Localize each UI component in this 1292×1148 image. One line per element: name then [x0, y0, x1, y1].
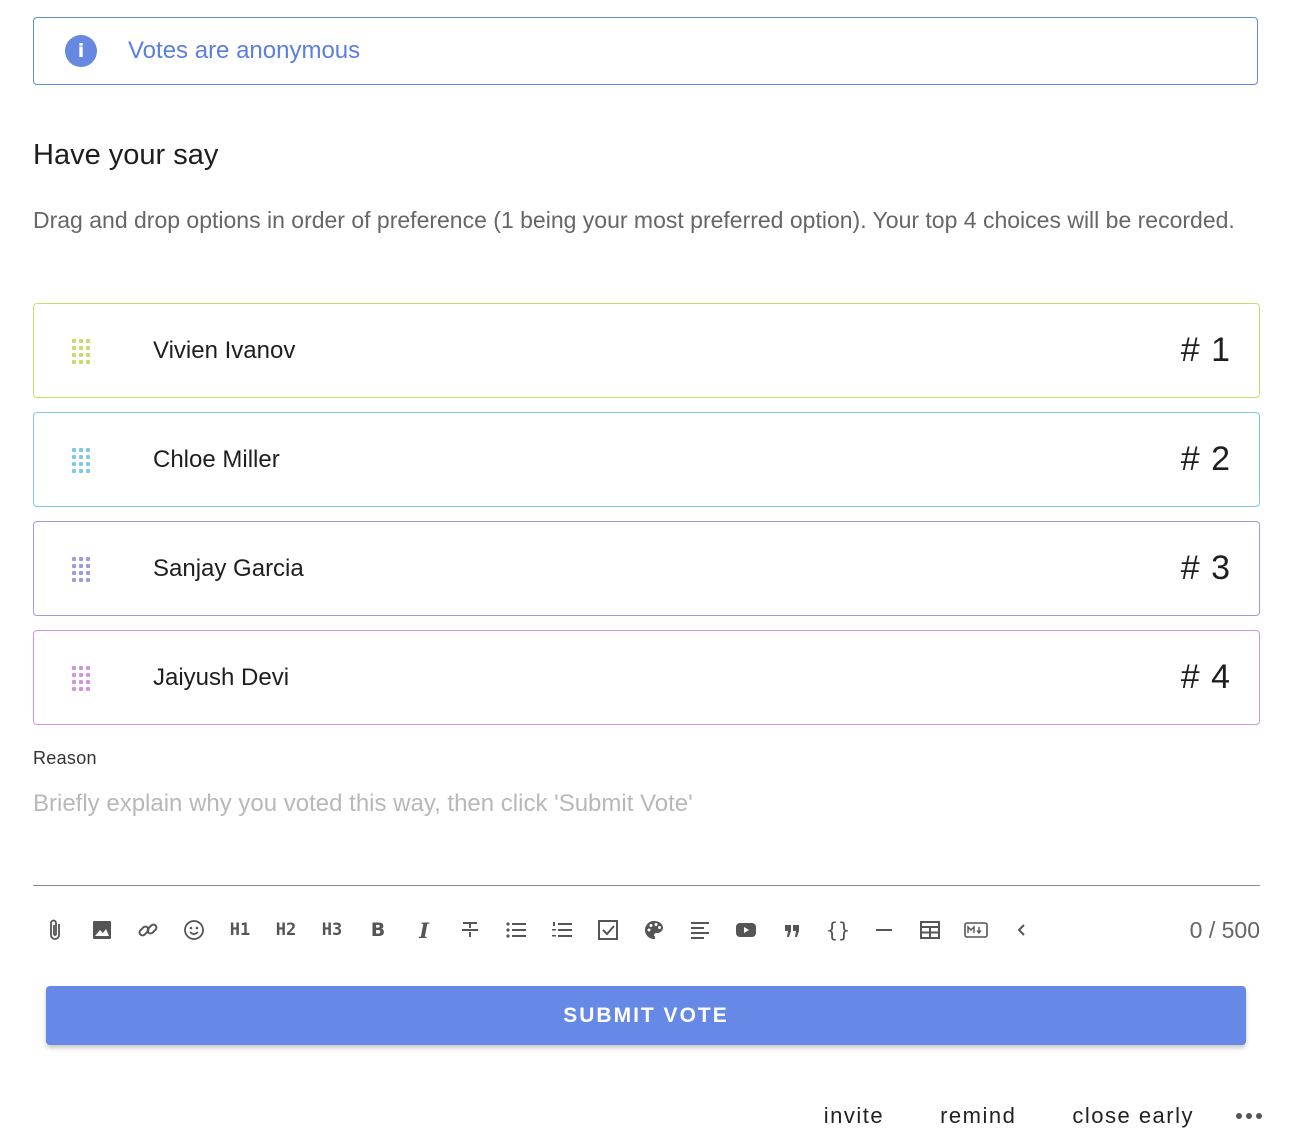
invite-button[interactable]: invite — [824, 1103, 884, 1129]
ranked-option[interactable]: Chloe Miller # 2 — [33, 412, 1260, 507]
bold-button[interactable]: B — [355, 908, 401, 952]
option-rank: # 1 — [1180, 331, 1231, 369]
drag-handle-icon[interactable] — [72, 447, 90, 473]
heading-3-button[interactable]: H3 — [309, 908, 355, 952]
option-rank: # 3 — [1180, 549, 1231, 587]
horizontal-rule-icon[interactable] — [861, 908, 907, 952]
vote-instructions: Drag and drop options in order of prefer… — [33, 207, 1235, 233]
remind-button[interactable]: remind — [940, 1103, 1016, 1129]
numbered-list-icon[interactable] — [539, 908, 585, 952]
ranked-option[interactable]: Sanjay Garcia # 3 — [33, 521, 1260, 616]
ranked-option[interactable]: Vivien Ivanov # 1 — [33, 303, 1260, 398]
close-early-button[interactable]: close early — [1072, 1103, 1194, 1129]
ranked-option[interactable]: Jaiyush Devi # 4 — [33, 630, 1260, 725]
drag-handle-icon[interactable] — [72, 556, 90, 582]
anonymous-info-banner: i Votes are anonymous — [33, 17, 1258, 85]
ranked-options-list: Vivien Ivanov # 1 Chloe Miller # 2 Sanja… — [33, 303, 1260, 739]
info-banner-text: Votes are anonymous — [128, 37, 361, 64]
option-name: Chloe Miller — [153, 445, 280, 473]
emoji-icon[interactable] — [171, 908, 217, 952]
heading-1-button[interactable]: H1 — [217, 908, 263, 952]
info-icon: i — [65, 35, 97, 67]
palette-icon[interactable] — [631, 908, 677, 952]
italic-button[interactable]: I — [401, 908, 447, 952]
heading-2-button[interactable]: H2 — [263, 908, 309, 952]
section-title: Have your say — [33, 139, 219, 171]
editor-toolbar: H1 H2 H3 B I {} 0 / 500 — [33, 908, 1260, 952]
more-horizontal-icon[interactable] — [1236, 1113, 1262, 1119]
drag-handle-icon[interactable] — [72, 338, 90, 364]
align-icon[interactable] — [677, 908, 723, 952]
quote-icon[interactable] — [769, 908, 815, 952]
image-icon[interactable] — [79, 908, 125, 952]
character-count: 0 / 500 — [1189, 916, 1260, 943]
drag-handle-icon[interactable] — [72, 665, 90, 691]
video-icon[interactable] — [723, 908, 769, 952]
option-name: Vivien Ivanov — [153, 336, 296, 364]
poll-vote-page: i Votes are anonymous Have your say Drag… — [0, 0, 1292, 1148]
table-icon[interactable] — [907, 908, 953, 952]
collapse-icon[interactable] — [999, 908, 1045, 952]
reason-label: Reason — [33, 748, 97, 768]
option-rank: # 4 — [1180, 658, 1231, 696]
reason-input[interactable] — [33, 786, 1260, 886]
strikethrough-icon[interactable] — [447, 908, 493, 952]
markdown-icon[interactable] — [953, 908, 999, 952]
option-rank: # 2 — [1180, 440, 1231, 478]
checkbox-list-icon[interactable] — [585, 908, 631, 952]
code-icon[interactable]: {} — [815, 908, 861, 952]
submit-vote-button[interactable]: SUBMIT VOTE — [46, 986, 1246, 1045]
poll-actions: invite remind close early — [768, 1095, 1262, 1137]
attach-icon[interactable] — [33, 908, 79, 952]
option-name: Jaiyush Devi — [153, 663, 290, 691]
option-name: Sanjay Garcia — [153, 554, 304, 582]
bullet-list-icon[interactable] — [493, 908, 539, 952]
link-icon[interactable] — [125, 908, 171, 952]
